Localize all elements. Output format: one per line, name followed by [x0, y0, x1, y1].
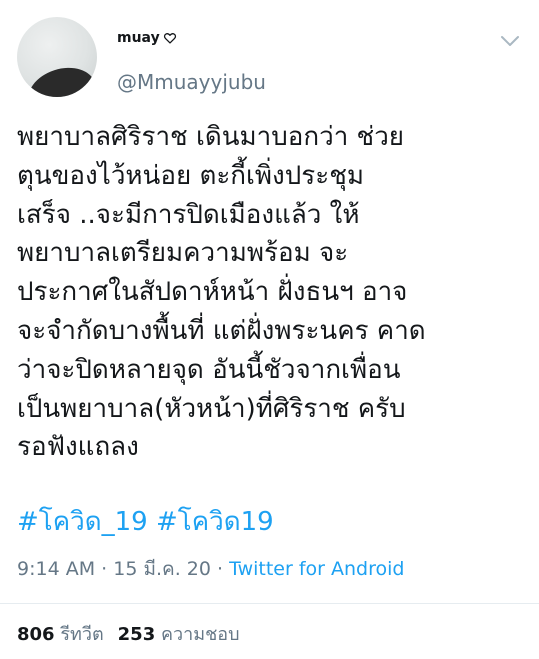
avatar-hair: [20, 59, 97, 97]
retweets-count: 806: [17, 624, 55, 645]
tweet-line: ประกาศในสัปดาห์หน้า ฝั่งธนฯ อาจ: [17, 277, 408, 308]
likes-count: 253: [117, 624, 156, 645]
tweet-line: พยาบาลเตรียมความพร้อม จะ: [17, 238, 349, 269]
tweet-line: รอฟังแถลง: [17, 432, 139, 463]
meta-separator: ·: [210, 558, 230, 580]
likes-label: ความชอบ: [160, 624, 240, 645]
tweet-meta: 9:14 AM · 15 มี.ค. 20 · Twitter for Andr…: [17, 556, 404, 582]
tweet-line: เป็นพยาบาล(หัวหน้า)ที่ศิริราช ครับ: [17, 393, 406, 424]
hashtag-link[interactable]: #โควิด19: [156, 507, 274, 537]
meta-separator: ·: [95, 558, 114, 580]
heart-outline-icon: [163, 33, 176, 44]
chevron-down-icon[interactable]: [499, 33, 521, 49]
tweet-stats: 806 รีทวีต 253 ความชอบ: [17, 622, 240, 648]
tweet-hashtags: #โควิด_19 #โควิด19: [17, 504, 274, 540]
retweets-label: รีทวีต: [60, 624, 104, 645]
tweet-line: เสร็จ ..จะมีการปิดเมืองแล้ว ให้: [17, 199, 360, 230]
likes-stat[interactable]: 253 ความชอบ: [118, 624, 240, 645]
tweet-line: จะจำกัดบางพื้นที่ แต่ฝั่งพระนคร คาด: [17, 315, 426, 346]
tweet-line: พยาบาลศิริราช เดินมาบอกว่า ช่วย: [17, 122, 405, 152]
author-name-text: muay: [117, 30, 160, 46]
tweet-source-link[interactable]: Twitter for Android: [229, 558, 404, 580]
tweet-time[interactable]: 9:14 AM: [17, 558, 95, 580]
tweet-header: muay @Mmuayyjubu: [0, 0, 539, 110]
tweet-text: พยาบาลศิริราช เดินมาบอกว่า ช่วย ตุนของไว…: [17, 118, 522, 467]
retweets-stat[interactable]: 806 รีทวีต: [17, 624, 104, 645]
avatar[interactable]: [17, 17, 97, 97]
tweet-line: ว่าจะปิดหลายจุด อันนี้ชัวจากเพื่อน: [17, 354, 401, 385]
tweet-date[interactable]: 15 มี.ค. 20: [113, 558, 211, 580]
author-handle[interactable]: @Mmuayyjubu: [117, 70, 266, 94]
hashtag-link[interactable]: #โควิด_19: [17, 507, 148, 537]
tweet-line: ตุนของไว้หน่อย ตะกี้เพิ่งประชุม: [17, 160, 364, 191]
divider: [0, 603, 539, 604]
author-display-name[interactable]: muay: [117, 30, 177, 46]
